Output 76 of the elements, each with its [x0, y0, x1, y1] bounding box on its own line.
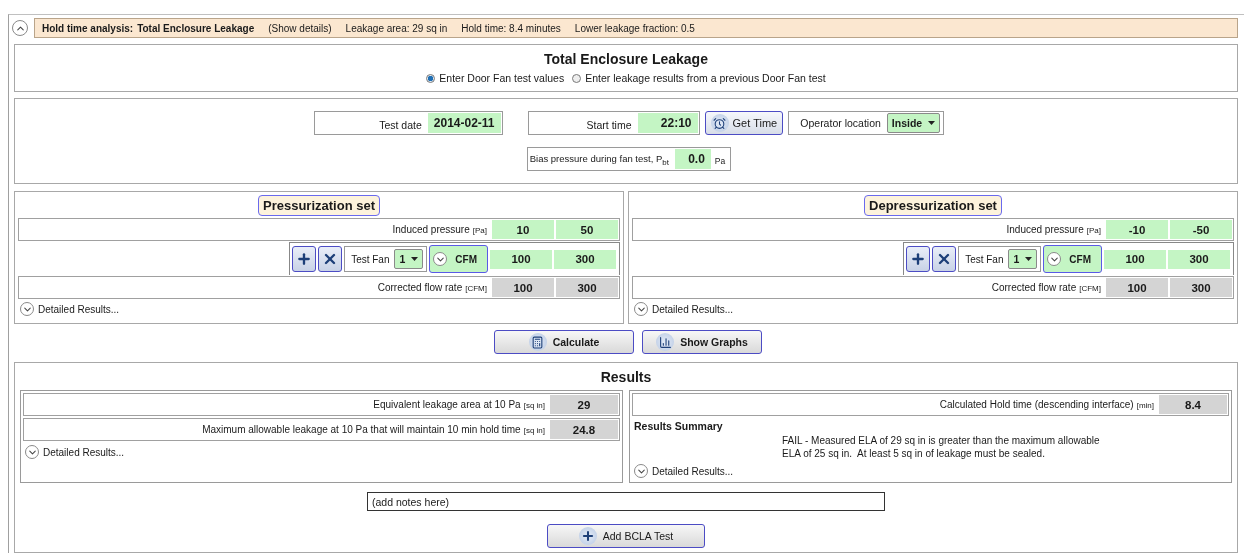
result-value: 29 — [550, 395, 618, 414]
row-label: Corrected flow rate [CFM] — [991, 282, 1101, 293]
flow-input[interactable]: 300 — [554, 249, 616, 269]
row-label: Equivalent leakage area at 10 Pa [sq in] — [373, 399, 545, 410]
fan-dropdown[interactable]: 1 — [394, 249, 424, 269]
pressure-input[interactable]: 50 — [556, 220, 618, 239]
calculator-icon — [531, 335, 545, 349]
time-field[interactable]: 22:10 — [637, 113, 698, 133]
caret-icon — [1025, 257, 1033, 261]
flow-value: 300 — [1170, 278, 1232, 297]
panel-title: Total Enclosure Leakage — [544, 51, 708, 67]
detailed-results-toggle[interactable]: Detailed Results... — [632, 462, 736, 480]
row-label: Induced pressure [Pa] — [392, 224, 487, 235]
flow-value: 300 — [556, 278, 618, 297]
flow-value: 100 — [492, 278, 554, 297]
fan-label: Test Fan — [351, 253, 390, 265]
summary-stat: Leakage area: 29 sq in — [345, 22, 448, 34]
field-label: Test date — [378, 119, 423, 133]
summary-heading: Results Summary — [633, 419, 724, 432]
field-label: Operator location — [799, 117, 882, 129]
add-fan-button[interactable] — [906, 246, 931, 272]
location-dropdown[interactable]: Inside — [886, 113, 941, 133]
radio-option[interactable]: Enter Door Fan test values — [426, 72, 565, 84]
add-fan-button[interactable] — [292, 246, 317, 272]
row-label: Calculated Hold time (descending interface) [min] — [939, 399, 1154, 410]
field-label: Start time — [585, 119, 633, 133]
flow-input[interactable]: 100 — [1104, 249, 1166, 269]
row-label: Corrected flow rate [CFM] — [377, 282, 487, 293]
unit-toggle[interactable]: CFM — [1043, 245, 1102, 273]
row-label: Maximum allowable leakage at 10 Pa that will maintain 10 min hold time [sq in] — [202, 424, 545, 435]
flow-value: 100 — [1106, 278, 1168, 297]
set-title: Depressurization set — [864, 195, 1002, 216]
action-button[interactable]: Calculate — [494, 330, 634, 354]
flow-input[interactable]: 100 — [490, 249, 552, 269]
pressure-field[interactable]: 0.0 — [674, 149, 711, 169]
get-time-button[interactable]: Get Time — [704, 111, 784, 135]
flow-input[interactable]: 300 — [1168, 249, 1230, 269]
detailed-results-toggle[interactable]: Detailed Results... — [18, 300, 122, 318]
summary-text: FAIL - Measured ELA of 29 sq in is greater than the maximum allowable ELA of 25 sq in. At least 5 sq in of leakage must be sealed. — [781, 434, 1101, 460]
summary-title: Hold time analysis: — [42, 22, 134, 34]
pressure-input[interactable]: -50 — [1170, 220, 1232, 239]
summary-stat: Lower leakage fraction: 0.5 — [574, 22, 695, 34]
pressure-input[interactable]: 10 — [492, 220, 554, 239]
show-details-link[interactable]: (Show details) — [268, 22, 332, 34]
result-value: 8.4 — [1159, 395, 1227, 414]
panel-title: Results — [600, 369, 652, 385]
caret-icon — [928, 121, 936, 125]
field-label: Bias pressure during fan test, P$_{bt}$ — [528, 153, 670, 169]
date-field[interactable]: 2014-02-11 — [427, 113, 501, 133]
notes-field[interactable]: (add notes here) — [367, 492, 885, 512]
detailed-results-toggle[interactable]: Detailed Results... — [632, 300, 736, 318]
fan-label: Test Fan — [965, 253, 1004, 265]
summary-stat: Hold time: 8.4 minutes — [461, 22, 561, 34]
bar-chart-icon — [658, 335, 672, 349]
plus-icon — [580, 529, 595, 544]
remove-fan-button[interactable] — [318, 246, 343, 272]
set-title: Pressurization set — [258, 195, 380, 216]
add-test-button[interactable]: Add BCLA Test — [547, 524, 705, 548]
alarm-clock-icon — [713, 116, 727, 130]
fan-dropdown[interactable]: 1 — [1008, 249, 1038, 269]
summary-subject: Total Enclosure Leakage — [137, 22, 255, 34]
unit-label: Pa — [714, 156, 727, 168]
radio-button[interactable] — [426, 73, 436, 83]
pressure-input[interactable]: -10 — [1106, 220, 1168, 239]
action-button[interactable]: Show Graphs — [642, 330, 762, 354]
plus-icon — [296, 251, 313, 267]
collapse-toggle[interactable] — [12, 20, 28, 36]
unit-toggle[interactable]: CFM — [429, 245, 488, 273]
result-value: 24.8 — [550, 420, 618, 439]
radio-option[interactable]: Enter leakage results from a previous Door Fan test — [572, 72, 826, 84]
detailed-results-toggle[interactable]: Detailed Results... — [23, 443, 127, 461]
radio-button[interactable] — [572, 73, 582, 83]
row-label: Induced pressure [Pa] — [1006, 224, 1101, 235]
remove-fan-button[interactable] — [932, 246, 957, 272]
caret-icon — [411, 257, 419, 261]
plus-icon — [910, 251, 927, 267]
